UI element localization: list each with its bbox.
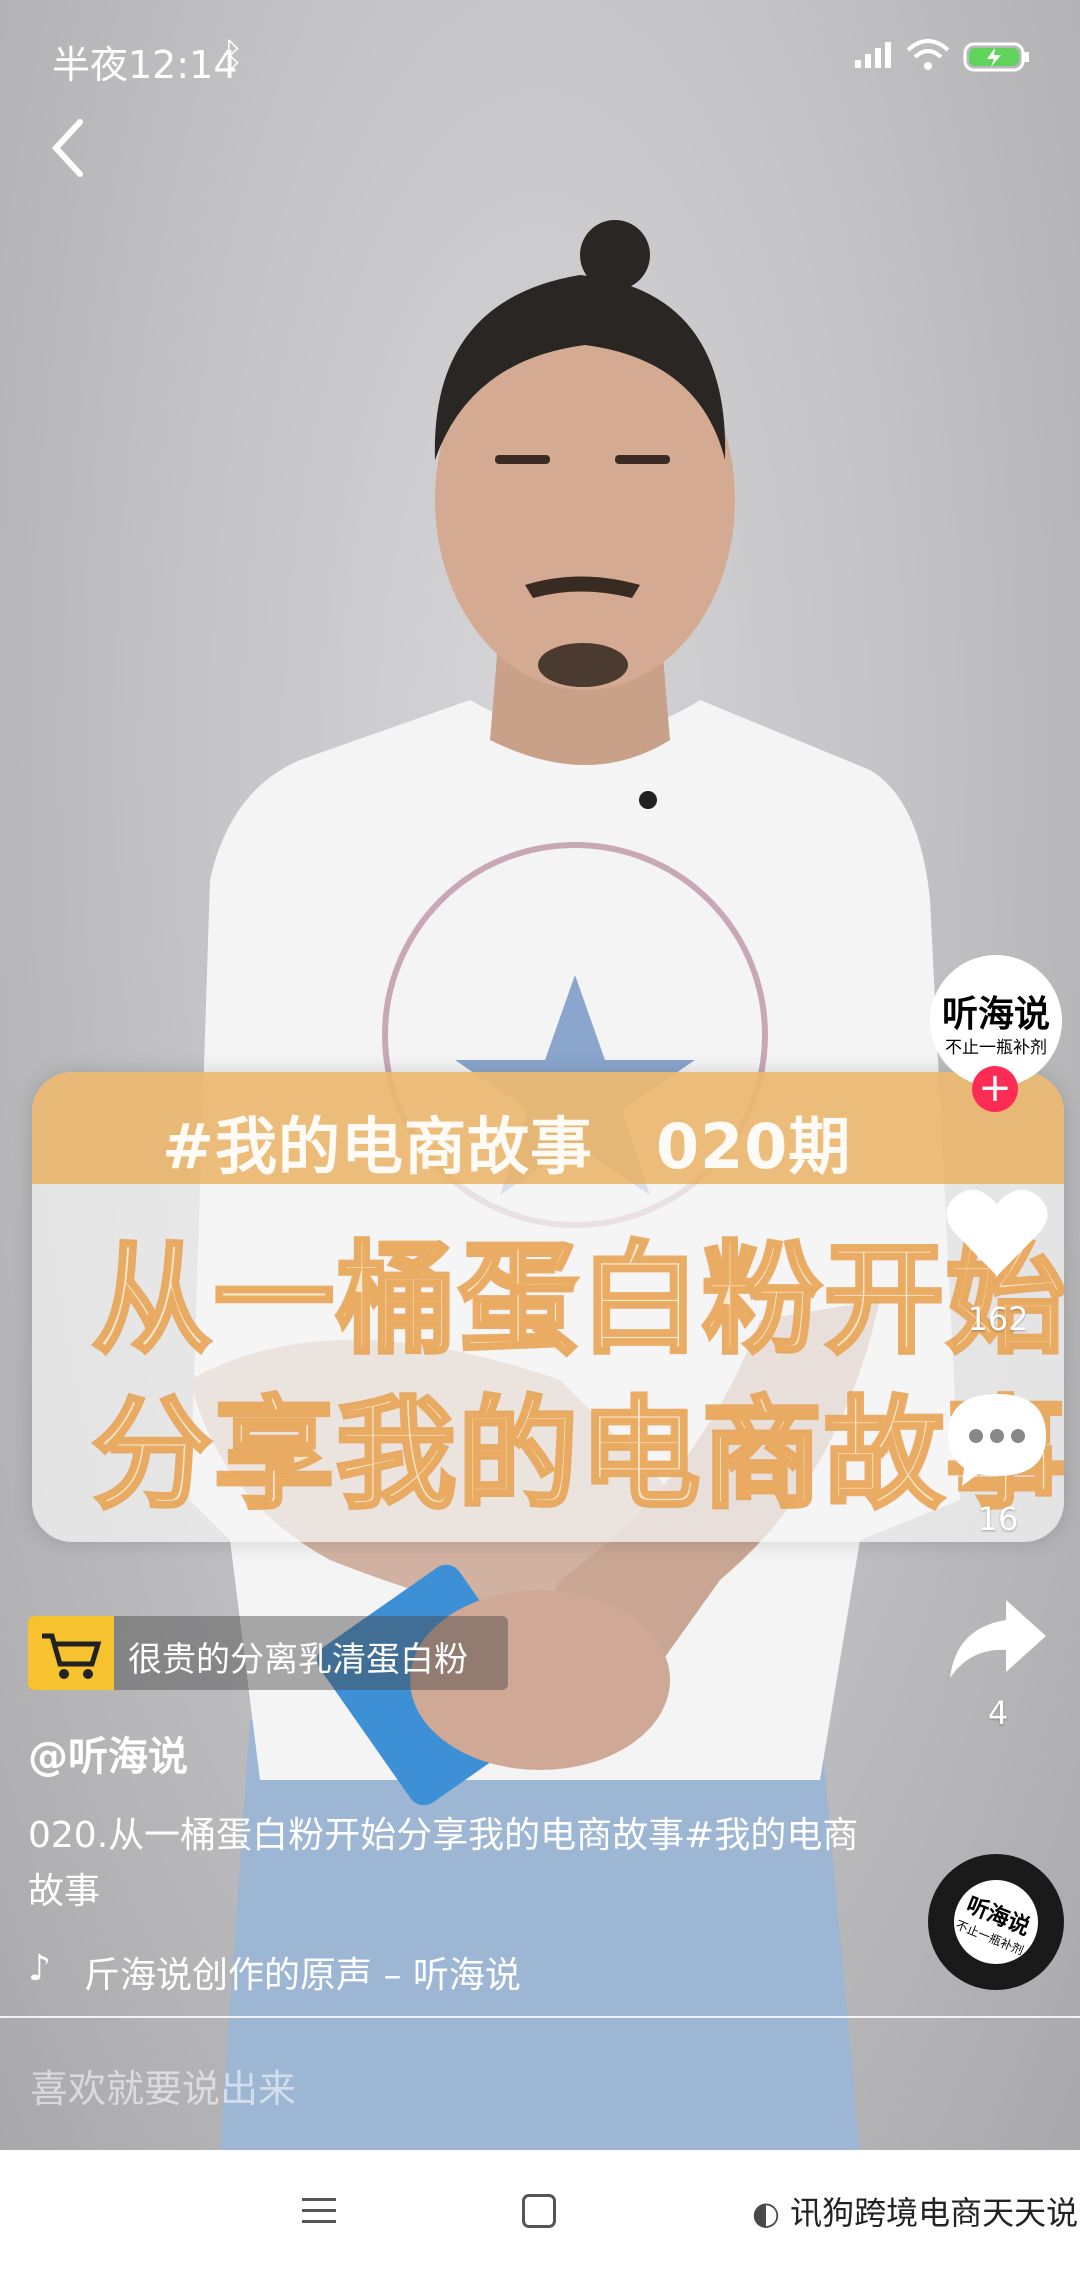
like-heart-icon[interactable] <box>944 1184 1050 1280</box>
author-handle[interactable]: @听海说 <box>28 1724 188 1782</box>
wechat-icon: ◐ <box>752 2194 791 2232</box>
product-label: 很贵的分离乳清蛋白粉 <box>128 1640 468 1680</box>
watermark-text: 讯狗跨境电商天天说 <box>790 2194 1079 2232</box>
music-text: 斤海说创作的原声 – 听海说 <box>84 1955 521 1996</box>
title-line-2: 分享我的电商故事 <box>90 1384 1064 1527</box>
system-nav-bar: ◐ 讯狗跨境电商天天说 <box>0 2150 1080 2280</box>
status-time: 半夜12:14 <box>52 43 238 87</box>
title-banner: #我的电商故事 020期 <box>32 1072 1064 1184</box>
comment-divider <box>0 2016 1080 2018</box>
watermark: ◐ 讯狗跨境电商天天说 <box>752 2188 1078 2234</box>
battery-charging-icon <box>963 42 1029 72</box>
share-arrow-icon[interactable] <box>948 1598 1048 1680</box>
home-icon[interactable] <box>522 2194 556 2228</box>
back-icon[interactable] <box>40 112 100 184</box>
cart-icon <box>28 1616 114 1690</box>
video-description: 020.从一桶蛋白粉开始分享我的电商故事#我的电商故事 <box>28 1815 859 1912</box>
music-disc[interactable]: 听海说 不止一瓶补剂 <box>928 1854 1064 1990</box>
comment-input[interactable]: 喜欢就要说出来 <box>30 2058 296 2113</box>
signal-icon <box>855 42 891 68</box>
title-line-1: 从一桶蛋白粉开始 <box>90 1229 1064 1372</box>
video-title-overlay: #我的电商故事 020期 从一桶蛋白粉开始 分享我的电商故事 <box>32 1072 1064 1542</box>
title-banner-text: #我的电商故事 020期 <box>162 1110 852 1183</box>
follow-button[interactable]: + <box>972 1066 1018 1112</box>
comment-bubble-icon[interactable] <box>944 1390 1050 1490</box>
wifi-icon <box>906 39 950 70</box>
like-count: 162 <box>967 1300 1029 1338</box>
bluetooth-icon: ᛒ <box>222 36 244 77</box>
avatar-name: 听海说 <box>941 994 1050 1035</box>
comment-count: 16 <box>977 1500 1019 1538</box>
disc-label: 听海说 不止一瓶补剂 <box>941 1867 1051 1977</box>
music-note-icon: ♪ <box>28 1948 51 1989</box>
recents-menu-icon[interactable] <box>302 2196 336 2226</box>
avatar-sub: 不止一瓶补剂 <box>945 1038 1047 1058</box>
status-bar: 半夜12:14 ᛒ <box>0 0 1080 118</box>
share-count: 4 <box>987 1694 1009 1732</box>
product-tag[interactable]: 很贵的分离乳清蛋白粉 <box>28 1616 508 1690</box>
